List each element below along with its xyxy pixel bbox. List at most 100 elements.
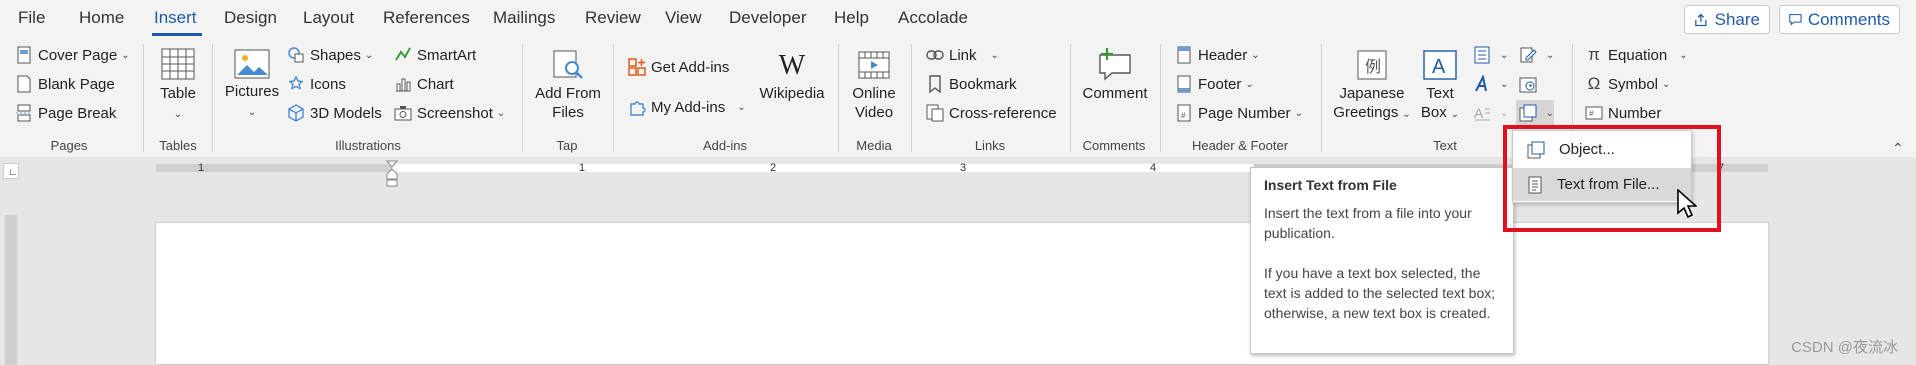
signature-icon xyxy=(1518,45,1538,65)
video-label: Video xyxy=(854,104,894,121)
file-search-icon xyxy=(553,50,583,79)
date-time-button[interactable] xyxy=(1518,74,1542,94)
my-add-ins-label: My Add-ins xyxy=(651,98,726,116)
tab-developer[interactable]: Developer xyxy=(729,8,807,28)
quick-parts-button[interactable]: ⌄ xyxy=(1472,45,1508,65)
group-label-illustrations: Illustrations xyxy=(335,138,401,153)
svg-text:例: 例 xyxy=(1365,57,1381,76)
smartart-icon xyxy=(393,45,413,65)
active-tab-indicator xyxy=(152,33,202,36)
footer-icon xyxy=(1174,74,1194,94)
share-button[interactable]: Share xyxy=(1684,5,1770,34)
tab-file[interactable]: File xyxy=(18,8,45,28)
footer-button[interactable]: Footer ⌄ xyxy=(1174,74,1254,94)
cover-page-button[interactable]: Cover Page ⌄ xyxy=(14,45,130,65)
get-add-ins-button[interactable]: Get Add-ins xyxy=(627,57,729,77)
cross-reference-button[interactable]: Cross-reference xyxy=(925,103,1057,123)
tab-design[interactable]: Design xyxy=(224,8,277,28)
pictures-button[interactable]: Pictures ⌄ xyxy=(224,49,280,122)
page-break-button[interactable]: Page Break xyxy=(14,103,116,123)
wordart-icon xyxy=(1472,74,1492,94)
icons-label: Icons xyxy=(310,75,346,93)
tab-layout[interactable]: Layout xyxy=(303,8,354,28)
tab-accolade[interactable]: Accolade xyxy=(898,8,968,28)
bookmark-label: Bookmark xyxy=(949,75,1017,93)
equation-button[interactable]: π Equation ⌄ xyxy=(1584,45,1687,65)
bookmark-button[interactable]: Bookmark xyxy=(925,74,1017,94)
group-label-tables: Tables xyxy=(159,138,197,153)
text-label: Text xyxy=(1426,85,1454,102)
tab-help[interactable]: Help xyxy=(834,8,869,28)
chart-button[interactable]: Chart xyxy=(393,74,454,94)
add-ins-store-icon xyxy=(627,57,647,77)
collapse-ribbon-icon[interactable]: ⌃ xyxy=(1892,140,1904,157)
number-button[interactable]: # Number xyxy=(1584,103,1661,123)
group-label-tap: Tap xyxy=(556,138,578,153)
tab-references[interactable]: References xyxy=(383,8,470,28)
page-break-label: Page Break xyxy=(38,104,117,122)
japanese-label: Japanese xyxy=(1339,85,1405,102)
header-icon xyxy=(1174,45,1194,65)
page-number-icon: # xyxy=(1174,103,1194,123)
get-add-ins-label: Get Add-ins xyxy=(651,58,730,76)
link-label: Link xyxy=(949,46,977,64)
files-label: Files xyxy=(552,104,584,121)
wikipedia-label: Wikipedia xyxy=(759,85,825,102)
page-number-button[interactable]: # Page Number ⌄ xyxy=(1174,103,1303,123)
wikipedia-button[interactable]: W Wikipedia xyxy=(756,51,828,103)
chevron-down-icon: ⌄ xyxy=(990,49,999,61)
table-icon xyxy=(161,48,195,80)
chevron-down-icon: ⌄ xyxy=(1662,78,1671,90)
shapes-button[interactable]: Shapes ⌄ xyxy=(286,45,373,65)
document-page[interactable] xyxy=(155,222,1769,365)
comment-button[interactable]: Comment xyxy=(1080,47,1150,103)
header-button[interactable]: Header ⌄ xyxy=(1174,45,1260,65)
online-video-button[interactable]: Online Video xyxy=(848,49,900,122)
wordart-button[interactable]: ⌄ xyxy=(1472,74,1508,94)
ruler-number: 3 xyxy=(960,162,967,174)
3d-models-button[interactable]: 3D Models xyxy=(286,103,382,123)
tab-selector[interactable]: ∟ xyxy=(3,163,19,179)
tab-view[interactable]: View xyxy=(665,8,702,28)
calendar-icon xyxy=(1518,74,1538,94)
table-button[interactable]: Table ⌄ xyxy=(155,47,201,124)
group-label-comments: Comments xyxy=(1082,138,1146,153)
tab-home[interactable]: Home xyxy=(79,8,124,28)
icons-button[interactable]: Icons xyxy=(286,74,346,94)
screenshot-button[interactable]: Screenshot ⌄ xyxy=(393,103,505,123)
japanese-greetings-icon: 例 xyxy=(1357,50,1387,80)
smartart-label: SmartArt xyxy=(417,46,477,64)
mouse-cursor-icon xyxy=(1677,188,1699,223)
svg-text:A: A xyxy=(1474,105,1484,121)
indent-marker[interactable] xyxy=(385,160,399,192)
object-dropdown-button[interactable]: ⌄ xyxy=(1516,100,1554,126)
signature-line-button[interactable]: ⌄ xyxy=(1518,45,1554,65)
tab-insert[interactable]: Insert xyxy=(154,8,197,28)
link-button[interactable]: Link ⌄ xyxy=(925,45,999,65)
pictures-label: Pictures xyxy=(224,83,280,100)
smartart-button[interactable]: SmartArt xyxy=(393,45,476,65)
comments-label: Comments xyxy=(1807,9,1890,29)
group-label-header-footer: Header & Footer xyxy=(1191,138,1289,153)
number-label: Number xyxy=(1608,104,1662,122)
text-box-button[interactable]: A Text Box ⌄ xyxy=(1414,49,1466,124)
tab-review[interactable]: Review xyxy=(585,8,641,28)
equation-label: Equation xyxy=(1608,46,1668,64)
tooltip: Insert Text from File Insert the text fr… xyxy=(1250,167,1514,354)
my-add-ins-button[interactable]: My Add-ins ⌄ xyxy=(627,97,746,117)
vertical-ruler xyxy=(5,215,17,365)
comment-icon xyxy=(1789,14,1802,26)
group-separator xyxy=(212,44,213,152)
comments-button[interactable]: Comments xyxy=(1779,5,1900,34)
group-separator xyxy=(838,44,839,152)
add-from-files-button[interactable]: Add From Files xyxy=(532,49,604,122)
chevron-down-icon: ⌄ xyxy=(496,107,506,119)
blank-page-button[interactable]: Blank Page xyxy=(14,74,115,94)
add-from-label: Add From xyxy=(535,85,601,102)
japanese-greetings-button[interactable]: 例 Japanese Greetings ⌄ xyxy=(1332,49,1412,124)
chevron-down-icon: ⌄ xyxy=(1500,49,1509,61)
chevron-down-icon: ⌄ xyxy=(1450,109,1460,120)
tab-mailings[interactable]: Mailings xyxy=(493,8,555,28)
symbol-button[interactable]: Ω Symbol ⌄ xyxy=(1584,74,1671,94)
group-label-add-ins: Add-ins xyxy=(702,138,748,153)
